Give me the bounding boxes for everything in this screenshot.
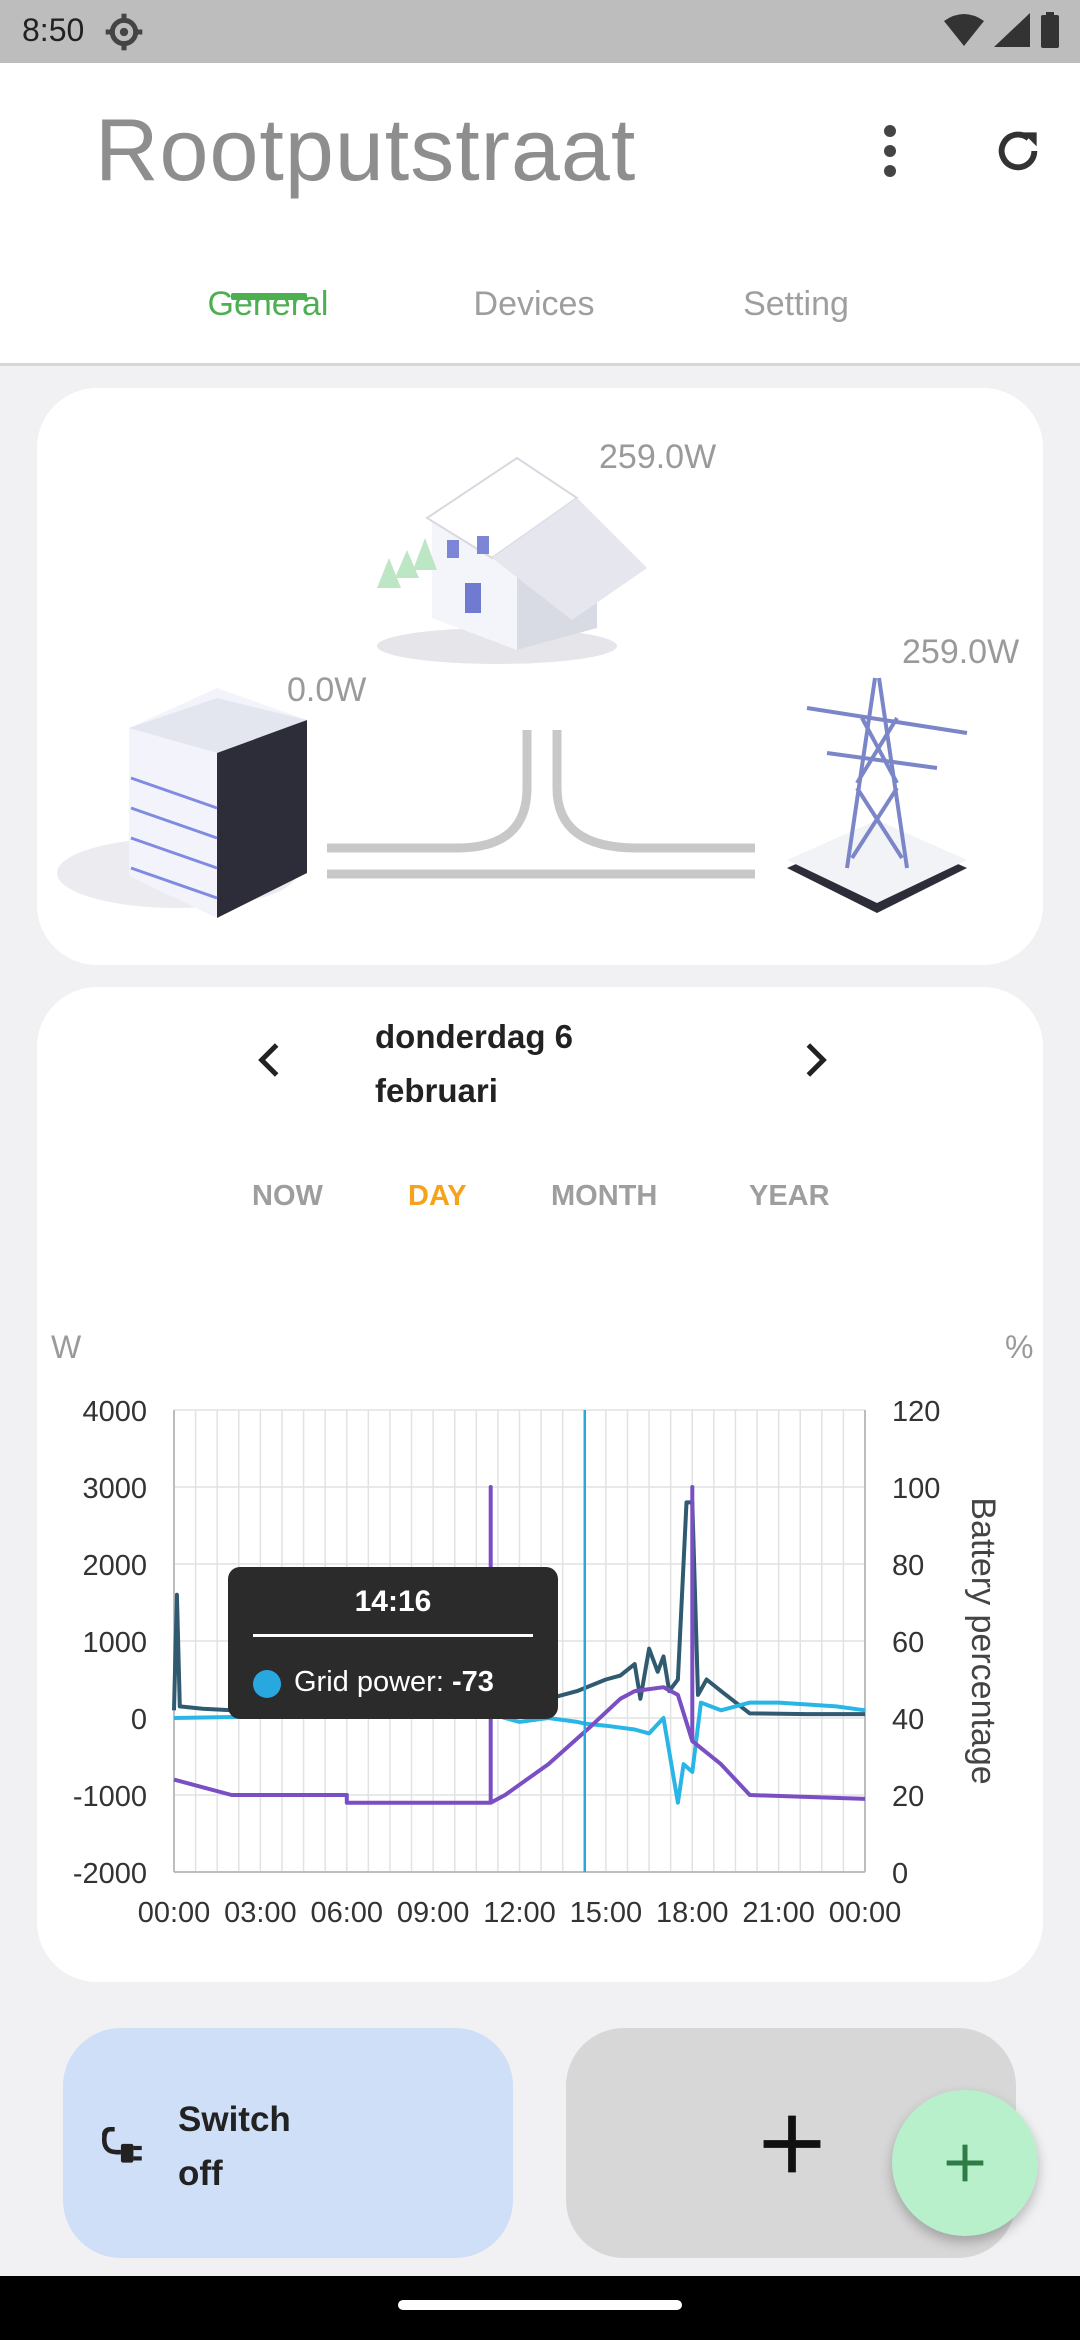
right-tick-label: 20	[892, 1781, 924, 1813]
left-tick-label: 4000	[82, 1396, 147, 1428]
tab-setting[interactable]: Setting	[686, 285, 906, 324]
x-tick-label: 03:00	[224, 1897, 297, 1929]
chart-tooltip: 14:16 Grid power: -73	[228, 1567, 558, 1719]
plug-icon	[101, 2126, 142, 2163]
tooltip-time: 14:16	[354, 1585, 432, 1618]
status-bar: 8:50	[0, 0, 1080, 63]
x-tick-label: 06:00	[310, 1897, 383, 1929]
floating-add-button[interactable]	[892, 2090, 1038, 2236]
left-unit-label: W	[51, 1329, 82, 1365]
left-tick-label: -1000	[73, 1781, 147, 1813]
house-power-label: 259.0W	[599, 438, 716, 476]
right-tick-label: 80	[892, 1550, 924, 1582]
x-tick-label: 12:00	[483, 1897, 556, 1929]
right-axis-title: Battery percentage	[964, 1497, 1002, 1784]
right-tick-label: 40	[892, 1704, 924, 1736]
page-title: Rootputstraat	[95, 100, 637, 199]
plus-icon	[763, 2115, 821, 2173]
tooltip-text: Grid power: -73	[294, 1666, 494, 1698]
energy-flow-illustration: 259.0W 259.0W 0.0W	[57, 438, 1019, 918]
tooltip-value: -73	[451, 1666, 494, 1698]
house-icon	[377, 456, 647, 664]
left-tick-label: 3000	[82, 1473, 147, 1505]
wifi-icon	[944, 14, 984, 46]
x-tick-label: 09:00	[397, 1897, 470, 1929]
left-tick-label: 0	[131, 1704, 147, 1736]
x-tick-label: 21:00	[742, 1897, 815, 1929]
date-line-2: februari	[375, 1072, 498, 1109]
x-tick-label: 18:00	[656, 1897, 729, 1929]
left-tick-label: -2000	[73, 1858, 147, 1890]
plus-icon	[946, 2144, 984, 2182]
x-tick-label: 00:00	[829, 1897, 902, 1929]
date-label: donderdag 6 februari	[375, 1010, 735, 1118]
left-tick-label: 1000	[82, 1627, 147, 1659]
switch-label-line-1: Switch	[178, 2100, 291, 2139]
right-unit-label: %	[1005, 1329, 1033, 1365]
status-time: 8:50	[22, 12, 85, 48]
previous-date-icon[interactable]	[250, 1040, 290, 1080]
right-tick-label: 120	[892, 1396, 940, 1428]
right-tick-label: 0	[892, 1858, 908, 1890]
home-gesture-pill[interactable]	[398, 2300, 682, 2310]
more-options-icon[interactable]	[870, 121, 910, 181]
tab-devices[interactable]: Devices	[424, 285, 644, 324]
tooltip-divider	[253, 1634, 533, 1637]
switch-label: Switch off	[178, 2093, 291, 2201]
right-tick-label: 100	[892, 1473, 940, 1505]
battery-power-label: 0.0W	[287, 671, 366, 709]
switch-off-button[interactable]: Switch off	[63, 2028, 513, 2258]
flow-lines	[327, 730, 755, 879]
next-date-icon[interactable]	[795, 1040, 835, 1080]
refresh-icon[interactable]	[990, 123, 1046, 179]
range-tab-now[interactable]: NOW	[252, 1180, 323, 1213]
settings-gear-icon	[105, 13, 143, 51]
range-tab-day[interactable]: DAY	[408, 1180, 467, 1213]
battery-storage-icon	[57, 688, 307, 918]
tab-general[interactable]: General	[158, 285, 378, 324]
range-tab-year[interactable]: YEAR	[749, 1180, 830, 1213]
date-line-1: donderdag 6	[375, 1018, 574, 1055]
tab-bar: General Devices Setting	[0, 273, 1080, 363]
app-header: Rootputstraat General Devices Setting	[0, 63, 1080, 366]
navigation-bar	[0, 2276, 1080, 2340]
tooltip-series-dot	[253, 1670, 281, 1698]
tab-indicator	[231, 293, 307, 300]
x-tick-label: 15:00	[570, 1897, 643, 1929]
range-tab-month[interactable]: MONTH	[551, 1180, 657, 1213]
left-tick-label: 2000	[82, 1550, 147, 1582]
battery-icon	[1041, 12, 1059, 48]
right-tick-label: 60	[892, 1627, 924, 1659]
tooltip-series-name: Grid power	[294, 1666, 436, 1698]
signal-icon	[994, 13, 1030, 47]
grid-power-label: 259.0W	[902, 633, 1019, 671]
power-pylon-icon	[787, 677, 968, 913]
switch-label-line-2: off	[178, 2154, 223, 2193]
x-tick-label: 00:00	[138, 1897, 211, 1929]
